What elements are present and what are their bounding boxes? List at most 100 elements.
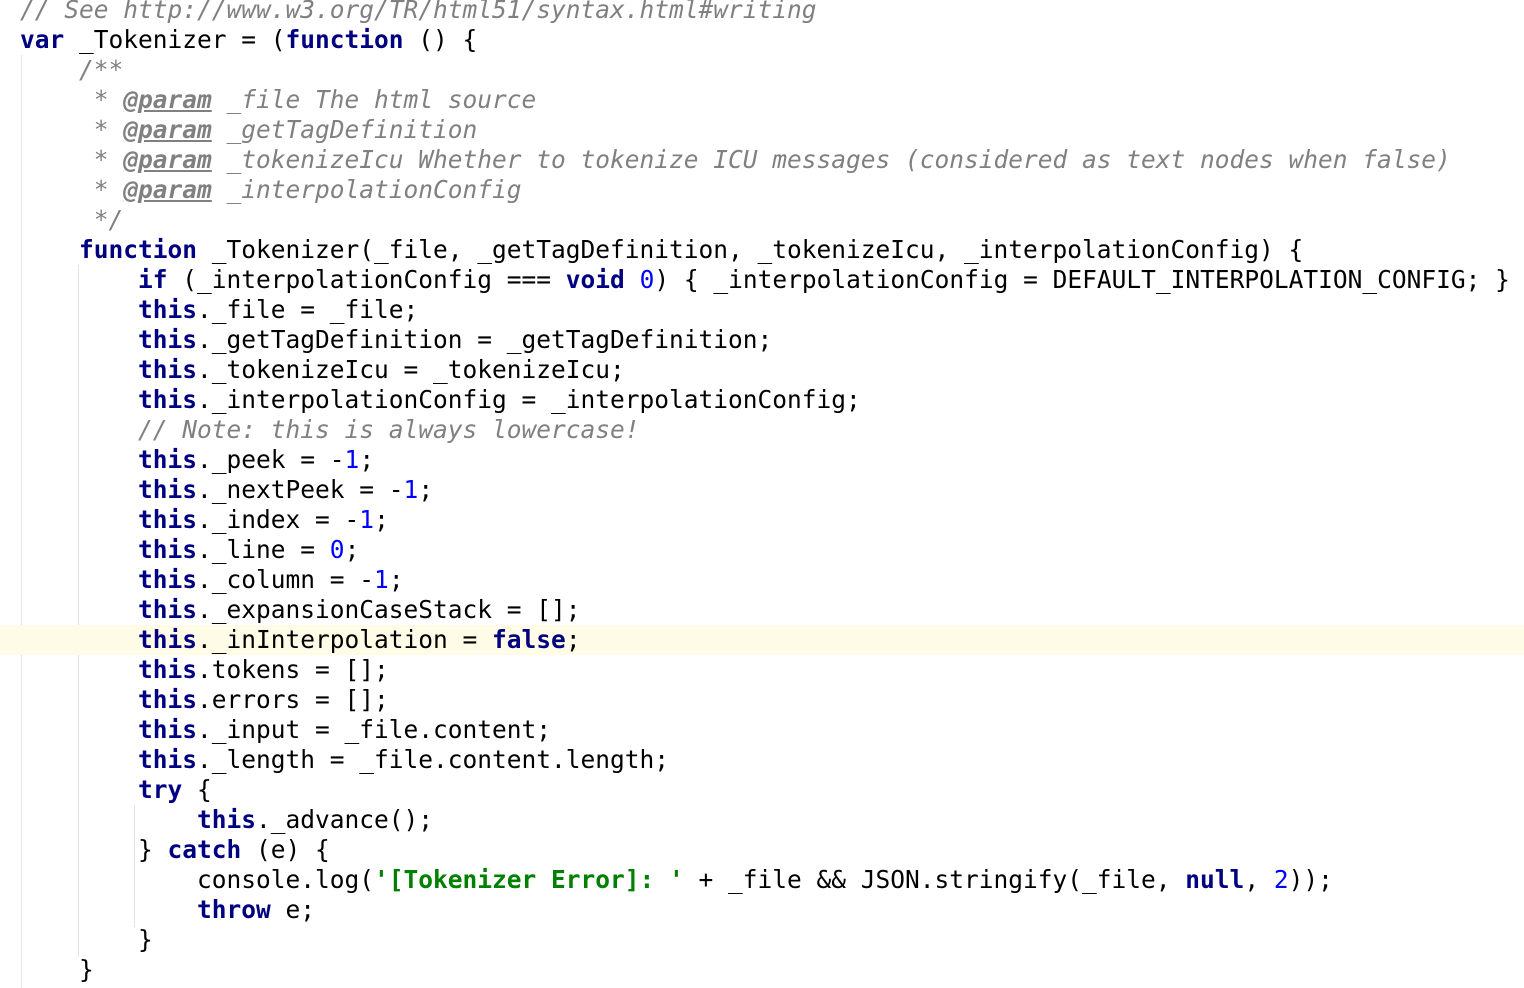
code-line[interactable]: console.log('[Tokenizer Error]: ' + _fil… xyxy=(20,865,1524,895)
code-editor[interactable]: // See http://www.w3.org/TR/html51/synta… xyxy=(0,0,1524,988)
code-token: (_interpolationConfig === xyxy=(167,265,566,294)
keyword-token: var xyxy=(20,25,65,54)
keyword-token: this xyxy=(138,655,198,684)
code-token: )); xyxy=(1288,865,1333,894)
keyword-token: try xyxy=(138,775,183,804)
code-line[interactable]: var _Tokenizer = (function () { xyxy=(20,25,1524,55)
keyword-token: this xyxy=(138,505,198,534)
code-token: (e) { xyxy=(241,835,330,864)
code-line[interactable]: */ xyxy=(20,205,1524,235)
code-line[interactable]: } xyxy=(20,955,1524,985)
keyword-token: this xyxy=(138,595,198,624)
code-line[interactable]: /** xyxy=(20,55,1524,85)
code-line[interactable]: this.tokens = []; xyxy=(20,655,1524,685)
code-token: , xyxy=(1244,865,1274,894)
code-line[interactable]: this._line = 0; xyxy=(20,535,1524,565)
doc-comment-token: _tokenizeIcu Whether to tokenize ICU mes… xyxy=(211,145,1451,174)
code-line[interactable]: this._column = -1; xyxy=(20,565,1524,595)
code-line[interactable]: this._advance(); xyxy=(20,805,1524,835)
code-token: .errors = []; xyxy=(197,685,389,714)
keyword-token: null xyxy=(1185,865,1245,894)
keyword-token: this xyxy=(138,325,198,354)
keyword-token: this xyxy=(138,685,198,714)
code-token: } xyxy=(20,955,94,984)
code-line[interactable]: this._input = _file.content; xyxy=(20,715,1524,745)
code-line[interactable]: } catch (e) { xyxy=(20,835,1524,865)
code-line[interactable]: * @param _file The html source xyxy=(20,85,1524,115)
keyword-token: this xyxy=(197,805,257,834)
code-token: .tokens = []; xyxy=(197,655,389,684)
code-line[interactable]: * @param _tokenizeIcu Whether to tokeniz… xyxy=(20,145,1524,175)
keyword-token: this xyxy=(138,295,198,324)
comment-token: // See http://www.w3.org/TR/html51/synta… xyxy=(20,0,817,24)
code-line[interactable]: this._expansionCaseStack = []; xyxy=(20,595,1524,625)
code-line[interactable]: this._index = -1; xyxy=(20,505,1524,535)
keyword-token: function xyxy=(79,235,198,264)
number-token: 2 xyxy=(1273,865,1289,894)
keyword-token: throw xyxy=(197,895,271,924)
code-line[interactable]: * @param _interpolationConfig xyxy=(20,175,1524,205)
code-token: ._file = _file; xyxy=(197,295,419,324)
keyword-token: this xyxy=(138,565,198,594)
code-line[interactable]: } xyxy=(20,925,1524,955)
code-line[interactable]: this._nextPeek = -1; xyxy=(20,475,1524,505)
code-line[interactable]: throw e; xyxy=(20,895,1524,925)
keyword-token: function xyxy=(285,25,404,54)
code-line[interactable]: // See http://www.w3.org/TR/html51/synta… xyxy=(20,0,1524,25)
keyword-token: this xyxy=(138,445,198,474)
code-line[interactable]: function _Tokenizer(_file, _getTagDefini… xyxy=(20,235,1524,265)
doc-comment-token: _file The html source xyxy=(211,85,537,114)
code-token: ) { _interpolationConfig = DEFAULT_INTER… xyxy=(654,265,1510,294)
code-token: ; xyxy=(359,445,375,474)
jsdoc-tag-token: @param xyxy=(123,85,212,114)
code-token: ; xyxy=(374,505,389,534)
code-line[interactable]: try { xyxy=(20,775,1524,805)
code-line[interactable]: this._length = _file.content.length; xyxy=(20,745,1524,775)
code-token: ._column = - xyxy=(197,565,375,594)
keyword-token: this xyxy=(138,475,198,504)
code-token: console.log( xyxy=(20,865,375,894)
code-line[interactable]: if (_interpolationConfig === void 0) { _… xyxy=(20,265,1524,295)
code-line[interactable]: this._file = _file; xyxy=(20,295,1524,325)
current-code-line[interactable]: this._inInterpolation = false; xyxy=(0,625,1524,655)
code-token: ._advance(); xyxy=(256,805,434,834)
code-token: ._peek = - xyxy=(197,445,345,474)
code-lines: // See http://www.w3.org/TR/html51/synta… xyxy=(0,0,1524,985)
code-line[interactable]: // Note: this is always lowercase! xyxy=(20,415,1524,445)
keyword-token: false xyxy=(492,625,566,654)
number-token: 1 xyxy=(374,565,389,594)
code-token: } xyxy=(20,925,153,954)
keyword-token: this xyxy=(138,535,198,564)
doc-comment-token: * xyxy=(20,145,124,174)
code-line[interactable]: this._getTagDefinition = _getTagDefiniti… xyxy=(20,325,1524,355)
code-line[interactable]: this._tokenizeIcu = _tokenizeIcu; xyxy=(20,355,1524,385)
doc-comment-token: _interpolationConfig xyxy=(211,175,522,204)
code-line[interactable]: this.errors = []; xyxy=(20,685,1524,715)
doc-comment-token: /** xyxy=(20,55,124,84)
code-line[interactable]: this._peek = -1; xyxy=(20,445,1524,475)
keyword-token: void xyxy=(565,265,625,294)
code-line[interactable]: this._interpolationConfig = _interpolati… xyxy=(20,385,1524,415)
code-token: ._getTagDefinition = _getTagDefinition; xyxy=(197,325,773,354)
code-line[interactable]: * @param _getTagDefinition xyxy=(20,115,1524,145)
code-token: () { xyxy=(403,25,478,54)
code-token: ._line = xyxy=(197,535,330,564)
code-token: ._nextPeek = - xyxy=(197,475,404,504)
keyword-token: this xyxy=(138,355,198,384)
number-token: 0 xyxy=(329,535,345,564)
keyword-token: this xyxy=(138,745,198,774)
